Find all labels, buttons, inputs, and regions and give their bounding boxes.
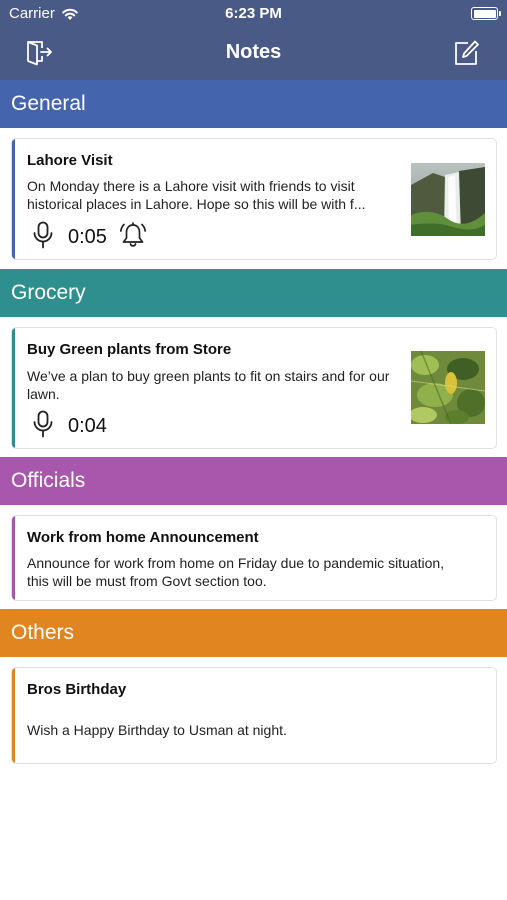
compose-button[interactable] (451, 38, 481, 68)
note-thumbnail[interactable] (411, 163, 485, 236)
section-header-officials: Officials (0, 457, 507, 505)
section-header-others: Others (0, 609, 507, 657)
navigation-bar: Notes (0, 28, 507, 80)
card-accent (12, 139, 15, 259)
card-accent (12, 668, 15, 763)
bell-alert-icon (119, 222, 146, 247)
audio-play-button[interactable] (32, 410, 54, 443)
note-body: Announce for work from home on Friday du… (27, 555, 445, 589)
microphone-icon (33, 221, 53, 249)
status-bar: Carrier 6:23 PM (0, 0, 507, 28)
audio-row: 0:04 (32, 410, 107, 443)
microphone-icon (33, 410, 53, 438)
card-accent (12, 328, 15, 448)
reminder-button[interactable] (119, 221, 147, 254)
waterfall-photo (411, 163, 485, 236)
note-card-work-from-home[interactable]: Work from home Announcement Announce for… (11, 515, 497, 601)
note-title: Work from home Announcement (27, 529, 259, 546)
note-title: Lahore Visit (27, 152, 113, 169)
green-plant-photo (409, 350, 486, 425)
note-card-bros-birthday[interactable]: Bros Birthday Wish a Happy Birthday to U… (11, 667, 497, 764)
note-body: We’ve a plan to buy green plants to fit … (27, 368, 390, 402)
page-title: Notes (225, 41, 282, 63)
battery-icon (471, 7, 501, 20)
note-thumbnail[interactable] (409, 350, 486, 425)
note-card-lahore-visit[interactable]: Lahore Visit On Monday there is a Lahore… (11, 138, 497, 260)
top-bar: Carrier 6:23 PM Notes (0, 0, 507, 80)
section-header-grocery: Grocery (0, 269, 507, 317)
section-header-general: General (0, 80, 507, 128)
status-time: 6:23 PM (225, 5, 282, 22)
compose-icon (455, 40, 479, 65)
audio-duration: 0:04 (68, 415, 107, 437)
note-title: Bros Birthday (27, 681, 127, 698)
audio-duration: 0:05 (68, 226, 107, 248)
note-card-buy-green-plants[interactable]: Buy Green plants from Store We’ve a plan… (11, 327, 497, 449)
note-body: On Monday there is a Lahore visit with f… (27, 178, 366, 212)
note-body: Wish a Happy Birthday to Usman at night. (27, 722, 287, 738)
audio-play-button[interactable] (32, 221, 54, 254)
note-title: Buy Green plants from Store (27, 341, 232, 358)
audio-row: 0:05 (32, 221, 147, 254)
card-accent (12, 516, 15, 600)
